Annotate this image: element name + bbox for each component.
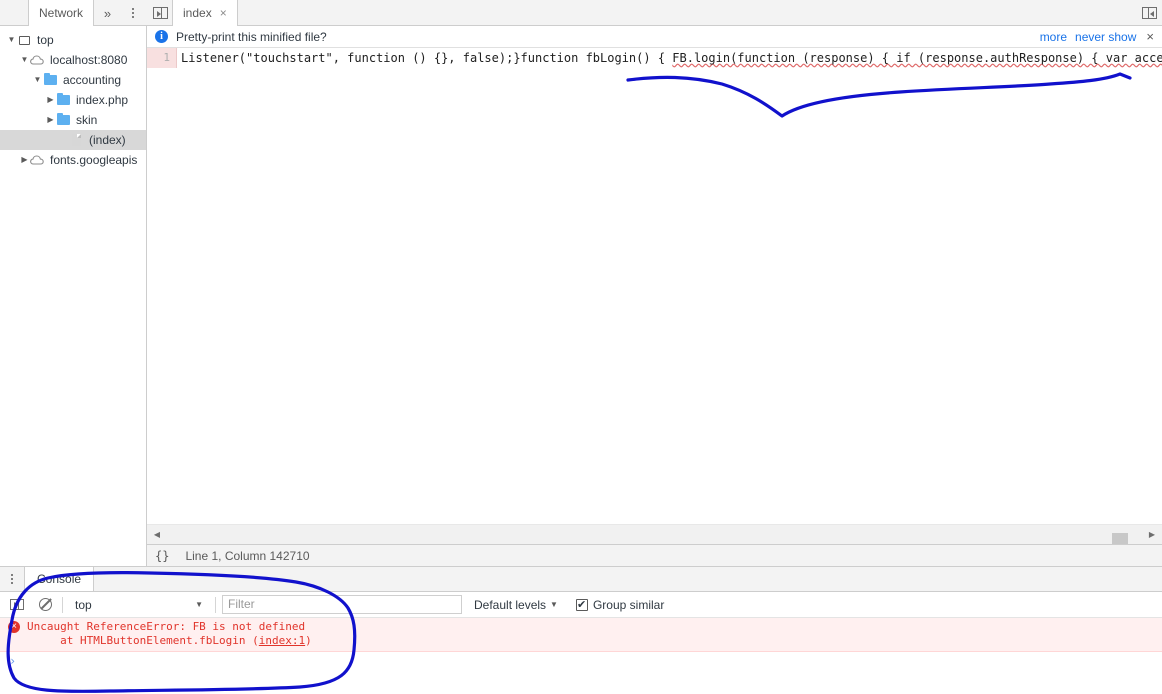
infobar-actions: more never show × [1040, 29, 1154, 44]
infobar-more-link[interactable]: more [1040, 30, 1067, 44]
editor-scroll-left-arrow-icon[interactable]: ◀ [147, 530, 167, 539]
drawer-tabstrip: Console [0, 567, 1162, 592]
code-text-plain: Listener("touchstart", function () {}, f… [181, 51, 673, 65]
editor-horizontal-scrollbar[interactable]: ◀ ▶ [147, 524, 1162, 545]
console-toolbar: top ▼ Filter Default levels ▼ Group simi… [0, 592, 1162, 618]
infobar-never-show-link[interactable]: never show [1075, 30, 1136, 44]
more-tabs-icon[interactable]: » [94, 0, 120, 26]
tab-network[interactable]: Network [28, 0, 95, 26]
pretty-print-icon[interactable]: {} [155, 549, 169, 563]
console-message-list: × Uncaught ReferenceError: FB is not def… [0, 618, 1162, 670]
line-number: 1 [147, 48, 177, 68]
folder-icon [56, 113, 70, 125]
tab-index[interactable]: index × [172, 0, 238, 26]
cloud-icon [30, 155, 44, 165]
editor-scroll-thumb[interactable] [1112, 532, 1128, 545]
error-line-1: Uncaught ReferenceError: FB is not defin… [27, 620, 306, 633]
console-prompt[interactable]: › [0, 652, 1162, 670]
file-tree: ▼ top ▼ localhost:8080 ▼ accounting ▶ index.php… [0, 26, 146, 170]
group-similar-label: Group similar [592, 597, 665, 612]
editor-status-bar: {} Line 1, Column 142710 [147, 544, 1162, 566]
twisty-collapsed-icon[interactable]: ▶ [45, 96, 56, 104]
editor-tabstrip: index × [147, 0, 1162, 26]
tree-item-fonts-googleapis[interactable]: ▶ fonts.googleapis [0, 150, 146, 170]
tab-console[interactable]: Console [24, 567, 95, 591]
tab-network-label: Network [39, 6, 84, 20]
log-levels-dropdown[interactable]: Default levels ▼ [474, 598, 558, 612]
error-icon: × [8, 621, 20, 633]
drawer-kebab-menu-icon[interactable] [0, 567, 24, 591]
tree-item-label: (index) [89, 133, 126, 147]
devtools-window: Network » index × ▼ top ▼ localhost:8080 ▼ ac… [0, 0, 1162, 694]
tree-item-accounting[interactable]: ▼ accounting [0, 70, 146, 90]
twisty-expanded-icon[interactable]: ▼ [32, 76, 43, 84]
toolbar-divider-2 [215, 596, 216, 613]
infobar-close-icon[interactable]: × [1144, 29, 1154, 44]
source-editor-panel: i Pretty-print this minified file? more … [147, 26, 1162, 566]
code-line-1[interactable]: 1 Listener("touchstart", function () {},… [147, 48, 1162, 68]
execution-context-select[interactable]: top ▼ [69, 595, 209, 615]
tree-item--index-[interactable]: (index) [0, 130, 146, 150]
prompt-caret-icon: › [9, 654, 17, 668]
folder-icon [56, 93, 70, 105]
console-sidebar-icon[interactable] [6, 595, 28, 615]
navigator-sidebar: ▼ top ▼ localhost:8080 ▼ accounting ▶ index.php… [0, 26, 147, 566]
tree-item-label: localhost:8080 [50, 53, 128, 67]
error-line-2-prefix: at HTMLButtonElement.fbLogin ( [27, 634, 259, 647]
console-error-message[interactable]: × Uncaught ReferenceError: FB is not def… [0, 618, 1162, 652]
cloud-icon [30, 55, 44, 65]
tree-item-label: index.php [76, 93, 129, 107]
code-line-text[interactable]: Listener("touchstart", function () {}, f… [177, 48, 1162, 68]
chevron-down-icon: ▼ [195, 600, 203, 609]
frame-icon [17, 35, 31, 45]
tree-item-label: skin [76, 113, 98, 127]
tree-item-label: accounting [63, 73, 122, 87]
file-icon [69, 134, 83, 146]
info-icon: i [155, 30, 168, 43]
group-similar-checkbox[interactable] [575, 598, 588, 611]
cursor-position-label: Line 1, Column 142710 [185, 548, 310, 563]
chevron-down-icon: ▼ [550, 600, 558, 609]
error-line-2-suffix: ) [305, 634, 312, 647]
group-similar-toggle[interactable]: Group similar [575, 597, 665, 612]
tree-item-label: fonts.googleapis [50, 153, 138, 167]
tab-index-label: index [183, 6, 212, 20]
console-filter-input[interactable]: Filter [222, 595, 462, 614]
twisty-collapsed-icon[interactable]: ▶ [19, 156, 30, 164]
twisty-expanded-icon[interactable]: ▼ [19, 56, 30, 64]
dock-to-left-icon[interactable] [147, 0, 173, 26]
tab-console-label: Console [37, 572, 82, 586]
twisty-collapsed-icon[interactable]: ▶ [45, 116, 56, 124]
console-error-text: Uncaught ReferenceError: FB is not defin… [27, 620, 312, 648]
error-source-link[interactable]: index:1 [259, 634, 305, 647]
code-text-squiggly: FB.login(function (response) { if (respo… [672, 51, 1162, 65]
editor-scroll-track[interactable] [167, 529, 1142, 545]
log-levels-label: Default levels [474, 597, 547, 612]
tree-item-skin[interactable]: ▶ skin [0, 110, 146, 130]
folder-icon [43, 73, 57, 85]
twisty-expanded-icon[interactable]: ▼ [6, 36, 17, 44]
left-panel-tabstrip: Network » [0, 0, 147, 26]
tree-item-label: top [37, 33, 54, 47]
code-content-area[interactable]: 1 Listener("touchstart", function () {},… [147, 48, 1162, 524]
tree-item-localhost-8080[interactable]: ▼ localhost:8080 [0, 50, 146, 70]
left-panel-kebab-menu-icon[interactable] [120, 0, 146, 26]
infobar-message: Pretty-print this minified file? [176, 29, 327, 44]
pretty-print-infobar: i Pretty-print this minified file? more … [147, 26, 1162, 48]
tree-item-index-php[interactable]: ▶ index.php [0, 90, 146, 110]
tree-item-top[interactable]: ▼ top [0, 30, 146, 50]
toolbar-divider [62, 596, 63, 613]
clear-console-icon[interactable] [34, 595, 56, 615]
dock-to-right-icon[interactable] [1136, 0, 1162, 26]
execution-context-value: top [75, 597, 92, 612]
close-icon[interactable]: × [220, 7, 227, 19]
console-drawer: Console top ▼ Filter Default levels ▼ Gr… [0, 566, 1162, 694]
editor-scroll-right-arrow-icon[interactable]: ▶ [1142, 530, 1162, 539]
